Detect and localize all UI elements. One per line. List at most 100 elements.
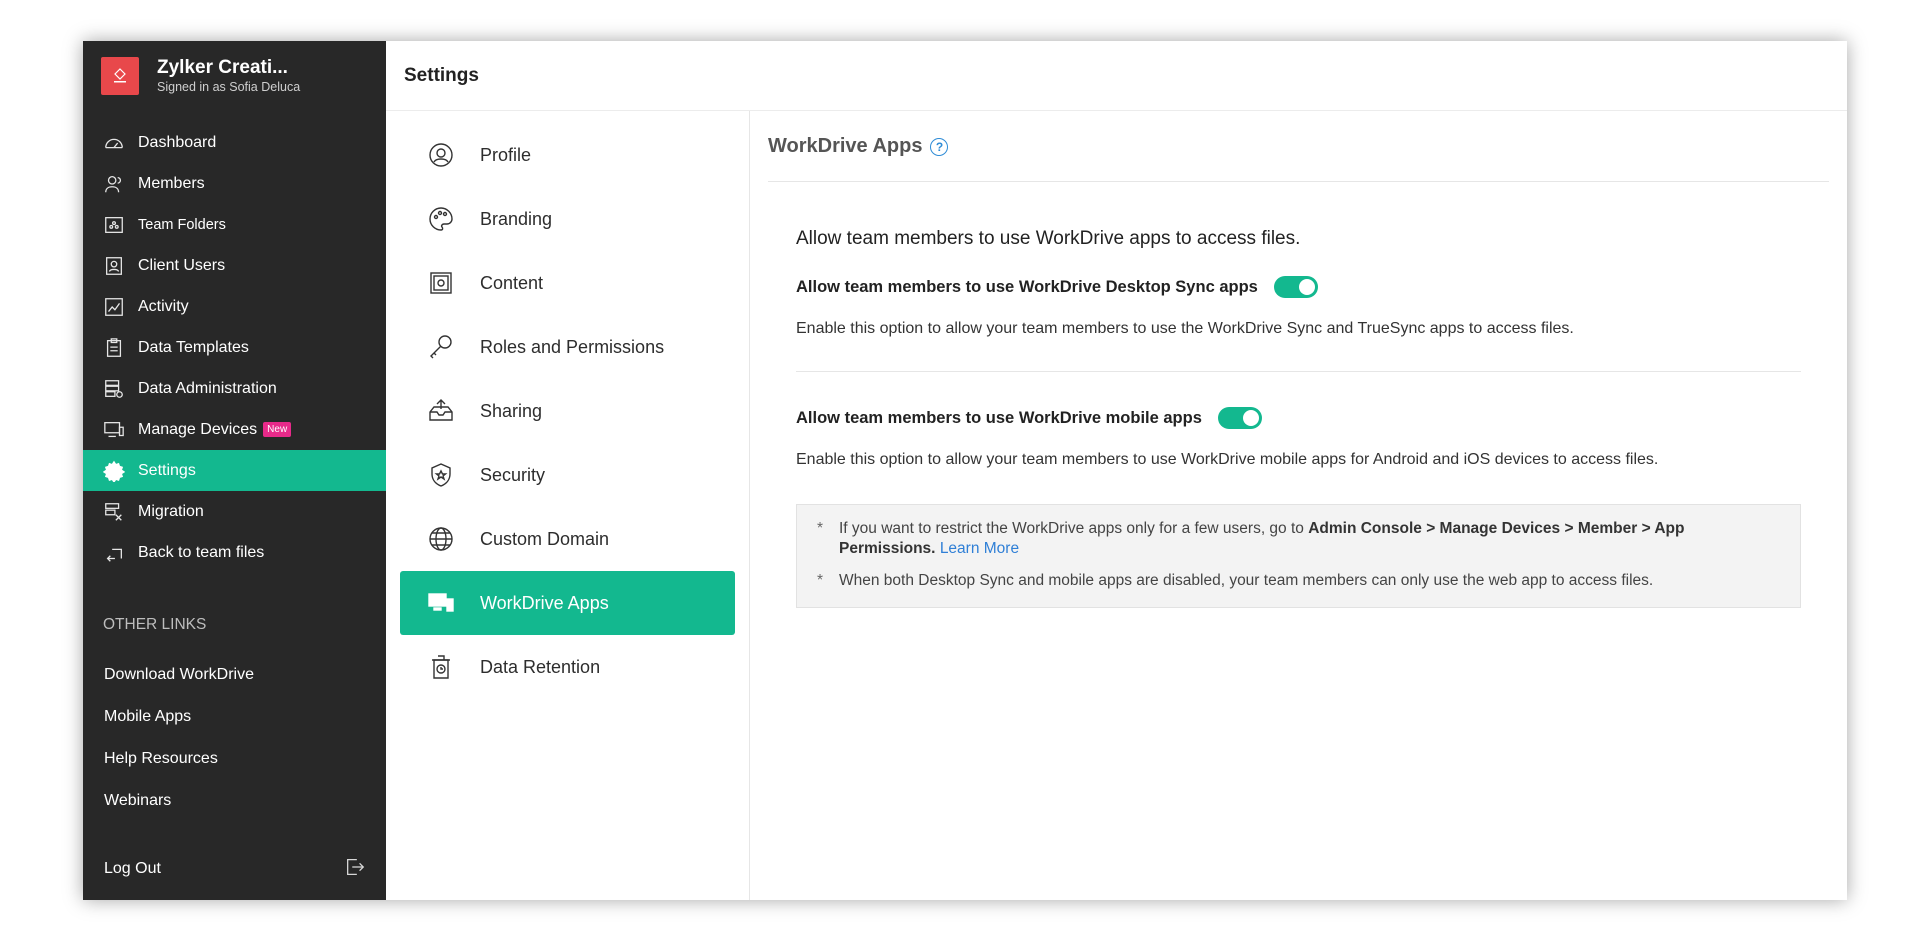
- mobile-apps-description: Enable this option to allow your team me…: [796, 451, 1659, 468]
- settings-item-profile[interactable]: Profile: [400, 123, 735, 187]
- sidebar-item-migration[interactable]: Migration: [83, 491, 386, 532]
- sidebar-item-label: Manage Devices: [138, 420, 258, 438]
- settings-item-sharing[interactable]: Sharing: [400, 379, 735, 443]
- data-templates-icon: [102, 336, 126, 360]
- settings-item-content[interactable]: Content: [400, 251, 735, 315]
- page-title: Settings: [386, 41, 1847, 111]
- panel-body: Allow team members to use WorkDrive apps…: [768, 228, 1829, 608]
- signed-in-text: Signed in as Sofia Deluca: [157, 80, 301, 94]
- mobile-apps-toggle[interactable]: [1217, 407, 1262, 429]
- sidebar-item-label: Activity: [138, 297, 189, 315]
- note-bullet: *: [817, 572, 824, 589]
- notes-box: * If you want to restrict the WorkDrive …: [796, 504, 1801, 608]
- logout-button[interactable]: Log Out: [83, 852, 386, 886]
- palette-icon: [426, 204, 456, 234]
- team-folders-icon: [102, 213, 126, 237]
- settings-item-label: Custom Domain: [480, 528, 610, 549]
- sidebar-item-back-to-team-files[interactable]: Back to team files: [83, 532, 386, 573]
- dashboard-icon: [102, 131, 126, 155]
- migration-icon: [102, 500, 126, 524]
- settings-item-label: WorkDrive Apps: [480, 592, 609, 613]
- settings-item-data-retention[interactable]: Data Retention: [400, 635, 735, 699]
- new-badge: New: [263, 422, 292, 437]
- note-item: * If you want to restrict the WorkDrive …: [817, 519, 1780, 559]
- sidebar-item-data-templates[interactable]: Data Templates: [83, 327, 386, 368]
- sidebar-item-label: Settings: [138, 461, 196, 479]
- desktop-sync-description: Enable this option to allow your team me…: [796, 320, 1574, 337]
- sidebar-item-members[interactable]: Members: [83, 163, 386, 204]
- sidebar-item-label: Team Folders: [138, 216, 226, 233]
- settings-item-label: Profile: [480, 144, 532, 165]
- share-icon: [426, 396, 456, 426]
- settings-item-label: Branding: [480, 208, 553, 229]
- panel-title: WorkDrive Apps: [768, 135, 923, 157]
- note-prefix: If you want to restrict the WorkDrive ap…: [839, 520, 1309, 537]
- desktop-sync-toggle[interactable]: [1273, 276, 1318, 298]
- org-logo: [101, 57, 139, 95]
- sidebar-item-label: Back to team files: [138, 543, 265, 561]
- sidebar-item-team-folders[interactable]: Team Folders: [83, 204, 386, 245]
- profile-icon: [426, 140, 456, 170]
- link-help-resources[interactable]: Help Resources: [83, 738, 386, 780]
- sidebar: Zylker Creati... Signed in as Sofia Delu…: [83, 41, 386, 900]
- sidebar-nav: Dashboard Members Team Folders Client Us…: [83, 122, 386, 573]
- other-links-title: OTHER LINKS: [103, 616, 207, 633]
- settings-item-custom-domain[interactable]: Custom Domain: [400, 507, 735, 571]
- settings-content: Profile Branding Content Roles and Permi…: [386, 111, 1847, 900]
- mobile-apps-option: Allow team members to use WorkDrive mobi…: [796, 407, 1801, 429]
- data-administration-icon: [102, 377, 126, 401]
- back-icon: [102, 541, 126, 565]
- members-icon: [102, 172, 126, 196]
- settings-item-label: Security: [480, 464, 546, 485]
- note-item: * When both Desktop Sync and mobile apps…: [817, 571, 1780, 591]
- link-download-workdrive[interactable]: Download WorkDrive: [83, 654, 386, 696]
- settings-nav: Profile Branding Content Roles and Permi…: [386, 111, 750, 900]
- sidebar-item-data-administration[interactable]: Data Administration: [83, 368, 386, 409]
- section-heading: Allow team members to use WorkDrive apps…: [796, 228, 1301, 249]
- settings-item-label: Roles and Permissions: [480, 336, 665, 357]
- vault-icon: [426, 268, 456, 298]
- note-text: If you want to restrict the WorkDrive ap…: [839, 519, 1780, 559]
- sidebar-item-label: Dashboard: [138, 133, 217, 151]
- mobile-apps-label: Allow team members to use WorkDrive mobi…: [796, 408, 1202, 427]
- globe-icon: [426, 524, 456, 554]
- help-icon[interactable]: ?: [930, 137, 949, 156]
- shield-icon: [426, 460, 456, 490]
- other-links: Download WorkDrive Mobile Apps Help Reso…: [83, 654, 386, 822]
- settings-item-roles[interactable]: Roles and Permissions: [400, 315, 735, 379]
- main-area: Settings Profile Branding Content Roles …: [386, 41, 1847, 900]
- manage-devices-icon: [102, 418, 126, 442]
- note-text: When both Desktop Sync and mobile apps a…: [839, 572, 1654, 589]
- devices-icon: [426, 588, 456, 618]
- note-bullet: *: [817, 520, 824, 537]
- link-webinars[interactable]: Webinars: [83, 780, 386, 822]
- key-icon: [426, 332, 456, 362]
- sidebar-item-dashboard[interactable]: Dashboard: [83, 122, 386, 163]
- settings-item-label: Sharing: [480, 400, 543, 421]
- client-users-icon: [102, 254, 126, 278]
- workdrive-apps-panel: WorkDrive Apps ? Allow team members to u…: [750, 111, 1847, 900]
- brand-header[interactable]: Zylker Creati... Signed in as Sofia Delu…: [83, 41, 386, 111]
- desktop-sync-option: Allow team members to use WorkDrive Desk…: [796, 276, 1801, 298]
- settings-item-branding[interactable]: Branding: [400, 187, 735, 251]
- org-name: Zylker Creati...: [157, 57, 288, 78]
- desktop-sync-label: Allow team members to use WorkDrive Desk…: [796, 277, 1258, 296]
- settings-icon: [102, 459, 126, 483]
- sidebar-item-label: Members: [138, 174, 205, 192]
- divider: [796, 371, 1801, 372]
- sidebar-item-label: Client Users: [138, 256, 226, 274]
- sidebar-item-settings[interactable]: Settings: [83, 450, 386, 491]
- learn-more-link[interactable]: Learn More: [940, 540, 1019, 557]
- link-mobile-apps[interactable]: Mobile Apps: [83, 696, 386, 738]
- sidebar-item-label: Data Templates: [138, 338, 249, 356]
- panel-header: WorkDrive Apps ?: [768, 112, 1829, 182]
- sidebar-item-manage-devices[interactable]: Manage Devices New: [83, 409, 386, 450]
- sidebar-item-client-users[interactable]: Client Users: [83, 245, 386, 286]
- sidebar-item-activity[interactable]: Activity: [83, 286, 386, 327]
- settings-item-workdrive-apps[interactable]: WorkDrive Apps: [400, 571, 735, 635]
- activity-icon: [102, 295, 126, 319]
- settings-item-label: Data Retention: [480, 656, 601, 677]
- settings-item-security[interactable]: Security: [400, 443, 735, 507]
- app-window: Zylker Creati... Signed in as Sofia Delu…: [83, 41, 1847, 900]
- retention-icon: [426, 652, 456, 682]
